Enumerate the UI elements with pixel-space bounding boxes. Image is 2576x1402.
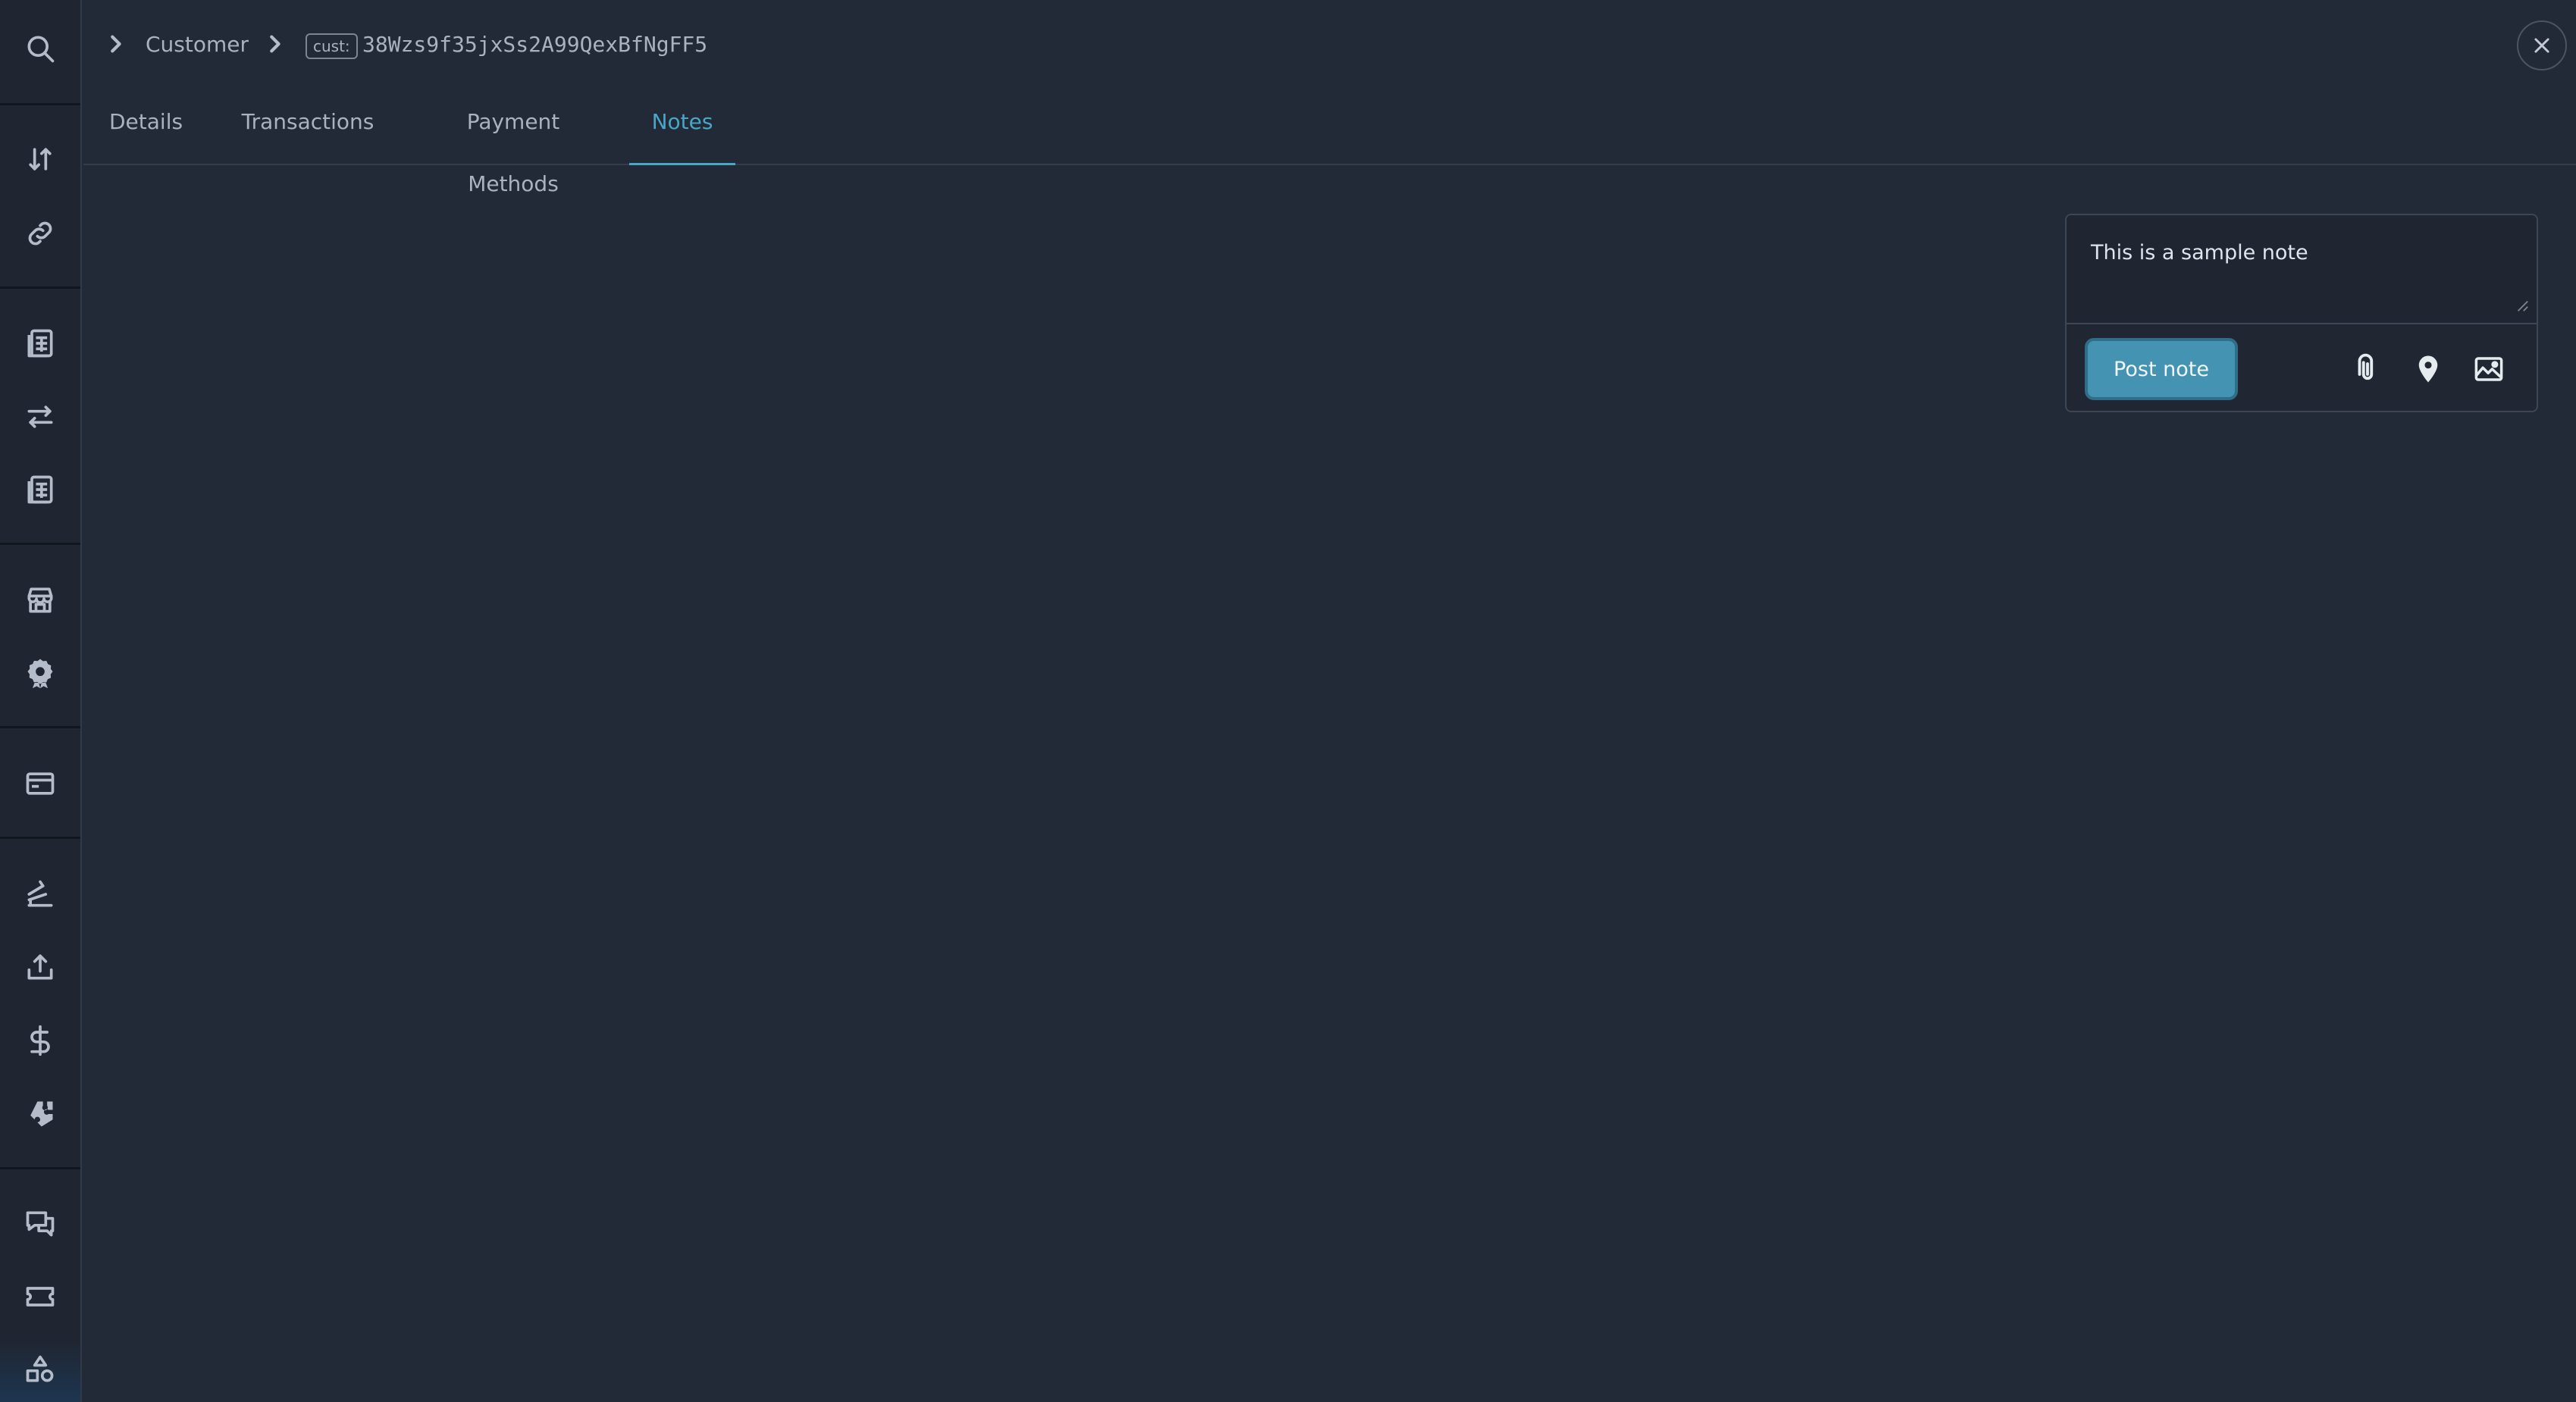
ledger-alt-icon[interactable] <box>0 459 80 520</box>
ticket-icon[interactable] <box>0 1266 80 1327</box>
tab-label: Notes <box>651 109 713 134</box>
tab-bar: Details Transactions Payment Methods Not… <box>83 91 2576 196</box>
paperclip-icon[interactable] <box>2349 350 2386 388</box>
store-icon[interactable] <box>0 570 80 631</box>
sidebar-divider <box>0 726 80 728</box>
note-composer: Post note <box>2065 214 2538 412</box>
location-pin-icon[interactable] <box>2409 350 2447 388</box>
tab-label: Transactions <box>241 109 374 134</box>
tab-transactions[interactable]: Transactions <box>235 91 381 164</box>
badge-icon[interactable] <box>0 643 80 703</box>
sidebar-divider <box>0 286 80 289</box>
tab-notes[interactable]: Notes <box>629 91 735 165</box>
arrows-up-down-icon[interactable] <box>0 129 80 189</box>
customer-id-tag: cust: <box>306 33 358 59</box>
ledger-icon[interactable] <box>0 313 80 374</box>
stack-icon[interactable] <box>0 864 80 925</box>
sidebar-divider <box>0 1167 80 1169</box>
note-input[interactable] <box>2067 215 2537 324</box>
puzzle-icon[interactable] <box>0 1084 80 1144</box>
chat-icon[interactable] <box>0 1194 80 1254</box>
customer-id: 38Wzs9f35jxSs2A99QexBfNgFF5 <box>362 32 708 57</box>
chevron-right-icon[interactable] <box>105 29 126 59</box>
sidebar-divider <box>0 543 80 545</box>
sidebar-divider <box>0 103 80 105</box>
tab-label: Details <box>109 109 183 134</box>
sidebar <box>0 0 82 1402</box>
active-tab-indicator <box>629 163 735 165</box>
upload-icon[interactable] <box>0 937 80 997</box>
shapes-icon[interactable] <box>0 1339 80 1400</box>
link-icon[interactable] <box>0 203 80 264</box>
exchange-arrows-icon[interactable] <box>0 386 80 447</box>
resize-handle-icon[interactable] <box>2515 299 2529 312</box>
breadcrumb-customer-link[interactable]: Customer <box>146 29 249 61</box>
search-icon[interactable] <box>0 18 80 79</box>
breadcrumb: Customer cust: 38Wzs9f35jxSs2A99QexBfNgF… <box>83 0 2576 89</box>
close-icon <box>2534 38 2549 53</box>
image-icon[interactable] <box>2470 350 2508 388</box>
tab-label: Payment Methods <box>466 109 560 196</box>
credit-card-icon[interactable] <box>0 753 80 814</box>
sidebar-divider <box>0 837 80 839</box>
chevron-right-icon <box>264 29 285 59</box>
dollar-icon[interactable] <box>0 1010 80 1071</box>
close-button[interactable] <box>2517 20 2567 70</box>
post-note-button[interactable]: Post note <box>2085 338 2238 400</box>
tab-payment-methods[interactable]: Payment Methods <box>418 91 608 196</box>
tab-details[interactable]: Details <box>109 91 183 164</box>
